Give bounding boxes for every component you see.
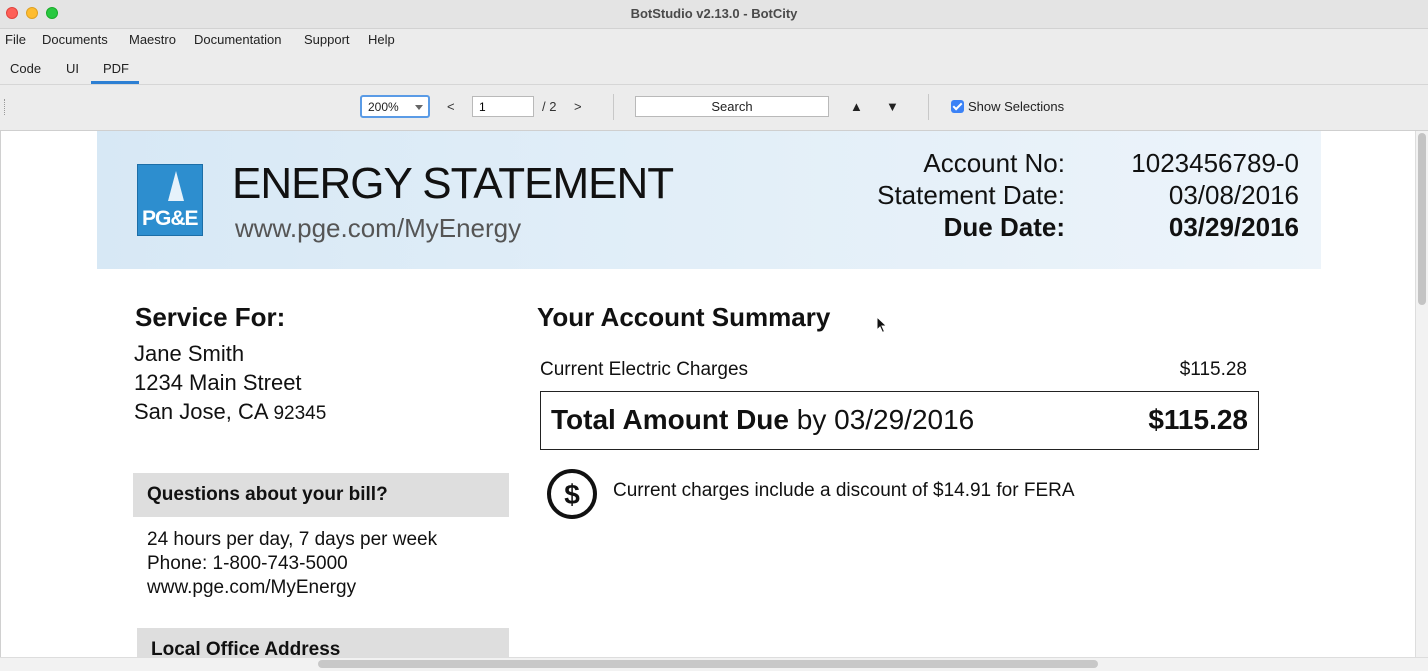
next-page-button[interactable]: >: [574, 99, 582, 114]
toolbar-separator: [928, 94, 929, 120]
customer-city: San Jose, CA 92345: [134, 399, 326, 425]
show-selections-checkbox[interactable]: [951, 100, 964, 113]
due-date-value: 03/29/2016: [1168, 212, 1299, 242]
mouse-pointer-icon: [876, 316, 888, 334]
current-charges-value: $115.28: [1179, 359, 1247, 380]
current-charges-label: Current Electric Charges: [540, 359, 749, 380]
search-next-arrow-icon[interactable]: ▼: [886, 99, 899, 114]
chevron-down-icon: [415, 105, 423, 110]
menu-file[interactable]: File: [5, 32, 26, 47]
statement-date-value: 03/08/2016: [1168, 180, 1299, 210]
customer-zip: 92345: [273, 403, 327, 424]
menu-bar: File Documents Maestro Documentation Sup…: [0, 29, 1428, 51]
horizontal-scroll-thumb[interactable]: [318, 660, 1098, 668]
previous-page-button[interactable]: <: [447, 99, 455, 114]
menu-support[interactable]: Support: [304, 32, 350, 47]
menu-documents[interactable]: Documents: [42, 32, 108, 47]
zoom-select[interactable]: 200%: [360, 95, 430, 118]
tab-ui[interactable]: UI: [66, 61, 79, 76]
toolbar-separator: [613, 94, 614, 120]
total-amount-due-label: Total Amount Due by 03/29/2016: [551, 404, 974, 436]
account-no-value: 1023456789-0: [1131, 148, 1299, 178]
tab-bar: Code UI PDF: [0, 52, 1428, 85]
questions-heading: Questions about your bill?: [147, 484, 388, 505]
window-titlebar: BotStudio v2.13.0 - BotCity: [0, 0, 1428, 29]
toolbar-grip-handle[interactable]: [4, 99, 7, 115]
statement-header: PG&E ENERGY STATEMENT www.pge.com/MyEner…: [97, 131, 1321, 269]
dollar-circle-icon: $: [547, 469, 597, 519]
flame-icon: [168, 171, 184, 201]
customer-name: Jane Smith: [134, 341, 245, 366]
document-website: www.pge.com/MyEnergy: [235, 213, 522, 243]
menu-documentation[interactable]: Documentation: [194, 32, 281, 47]
svg-text:$: $: [564, 479, 580, 510]
search-button[interactable]: Search: [635, 96, 829, 117]
show-selections-label[interactable]: Show Selections: [968, 99, 1064, 114]
tab-pdf[interactable]: PDF: [103, 61, 129, 76]
support-website: www.pge.com/MyEnergy: [147, 577, 357, 598]
menu-help[interactable]: Help: [368, 32, 395, 47]
page-total: / 2: [542, 99, 557, 114]
search-previous-arrow-icon[interactable]: ▲: [850, 99, 863, 114]
due-date-label: Due Date:: [943, 212, 1065, 242]
page-number-input[interactable]: [472, 96, 534, 117]
total-amount-due-box: Total Amount Due by 03/29/2016 $115.28: [540, 391, 1259, 450]
menu-maestro[interactable]: Maestro: [129, 32, 176, 47]
vertical-scrollbar[interactable]: [1415, 131, 1428, 657]
account-summary-heading: Your Account Summary: [537, 302, 831, 332]
pge-logo: PG&E: [137, 164, 203, 236]
support-phone: Phone: 1-800-743-5000: [147, 553, 348, 574]
discount-note: Current charges include a discount of $1…: [613, 480, 1075, 501]
service-for-heading: Service For:: [135, 302, 286, 332]
total-amount-due-value: $115.28: [1148, 404, 1248, 435]
local-office-box: Local Office Address: [137, 628, 509, 657]
total-due-by: by 03/29/2016: [796, 404, 975, 435]
pdf-viewer[interactable]: PG&E ENERGY STATEMENT www.pge.com/MyEner…: [0, 131, 1416, 657]
document-title: ENERGY STATEMENT: [232, 159, 674, 208]
account-no-label: Account No:: [923, 148, 1065, 178]
zoom-value: 200%: [368, 100, 399, 114]
local-office-heading: Local Office Address: [151, 639, 341, 657]
statement-date-label: Statement Date:: [877, 180, 1065, 210]
logo-text: PG&E: [142, 207, 199, 230]
support-hours: 24 hours per day, 7 days per week: [147, 529, 438, 550]
window-title: BotStudio v2.13.0 - BotCity: [630, 6, 798, 21]
tab-code[interactable]: Code: [10, 61, 41, 76]
active-tab-indicator: [91, 81, 139, 84]
vertical-scroll-thumb[interactable]: [1418, 133, 1426, 305]
total-label-bold: Total Amount Due: [551, 404, 789, 435]
questions-box: Questions about your bill?: [133, 473, 509, 517]
horizontal-scrollbar[interactable]: [0, 657, 1428, 671]
customer-city-state: San Jose, CA: [134, 399, 268, 424]
customer-street: 1234 Main Street: [134, 370, 302, 395]
